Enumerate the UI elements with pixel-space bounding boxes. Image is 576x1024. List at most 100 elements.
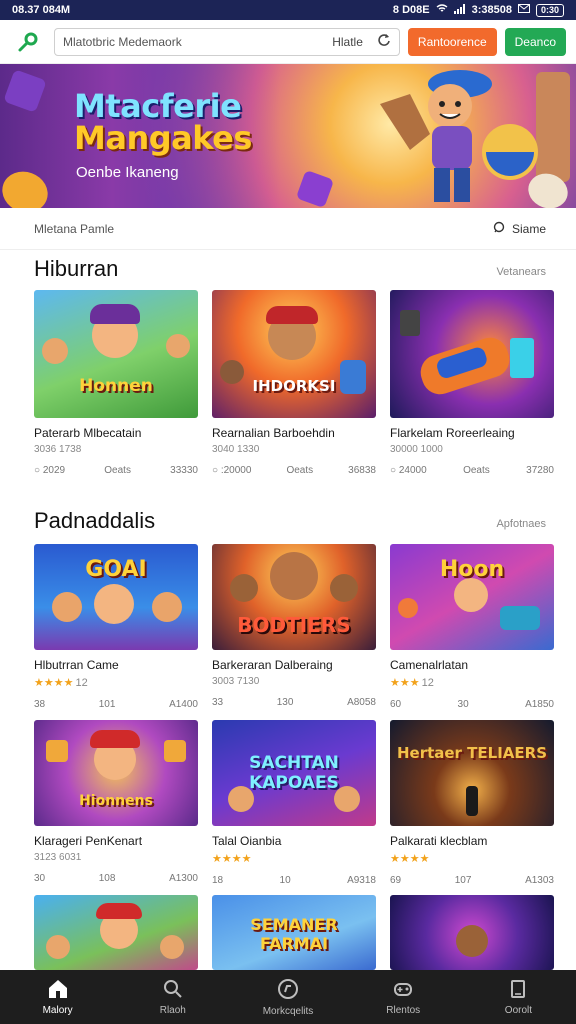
clock-icon: ○ bbox=[212, 465, 219, 476]
rating-stars: ★★★ 12 bbox=[390, 677, 434, 689]
search-hint: Hlatle bbox=[332, 34, 363, 49]
clock-icon: ○ bbox=[34, 465, 41, 476]
game-thumbnail: IHDORKSI bbox=[212, 290, 376, 418]
card-subtitle: 3036 1738 bbox=[34, 444, 82, 455]
thumbnail-title: IHDORKSI bbox=[252, 377, 336, 395]
game-thumbnail: BODTIERS bbox=[212, 544, 376, 650]
card-title: Camenalrlatan bbox=[390, 658, 469, 672]
section-title-padnaddalis: Padnaddalis bbox=[34, 508, 156, 533]
section-title-hiburran: Hiburran bbox=[34, 256, 119, 281]
card-meta: 33 130 A8058 bbox=[212, 697, 376, 708]
section-link-see-all[interactable]: Apfotnaes bbox=[496, 518, 546, 530]
rating-stars: ★★★★ bbox=[212, 853, 252, 865]
game-thumbnail: GOAI bbox=[34, 544, 198, 650]
card-title: Barkeraran Dalberaing bbox=[212, 658, 333, 672]
card-title: Talal Oianbia bbox=[212, 834, 282, 848]
filter-label[interactable]: Mletana Pamle bbox=[34, 222, 114, 236]
wifi-icon bbox=[436, 3, 448, 17]
thumbnail-title: Honnen bbox=[79, 376, 153, 396]
primary-action-button[interactable]: Rantoorence bbox=[407, 27, 497, 56]
clock-icon: ○ bbox=[390, 465, 397, 476]
search-input[interactable]: Mlatotbric Medemaork Hlatle bbox=[54, 27, 400, 56]
card-subtitle: 3123 6031 bbox=[34, 852, 82, 863]
nav-item-games[interactable]: Rlentos bbox=[346, 970, 461, 1024]
thumbnail-title: GOAI bbox=[85, 556, 147, 582]
card-meta: ○ 24000 Oeats 37280 bbox=[390, 465, 554, 476]
hero-banner[interactable]: Mtacferie Mangakes Oenbe Ikaneng bbox=[0, 64, 576, 208]
rating-stars: ★★★★ bbox=[390, 853, 430, 865]
status-bar: 08.37 084M 8 D08E 3:38508 0:30 bbox=[0, 0, 576, 20]
search-placeholder: Mlatotbric Medemaork bbox=[63, 34, 182, 49]
card-meta: 18 10 A9318 bbox=[212, 875, 376, 886]
card-meta: 38 101 A1400 bbox=[34, 699, 198, 710]
signal-bars-icon bbox=[453, 3, 466, 17]
card-subtitle: 30000 1000 bbox=[390, 444, 443, 455]
share-button[interactable]: Siame bbox=[493, 221, 546, 237]
controller-illustration bbox=[400, 310, 534, 395]
nav-item-marketplace[interactable]: Morkcqelits bbox=[230, 970, 345, 1024]
card-title: Hlbutrran Came bbox=[34, 658, 119, 672]
card-title: Klarageri PenKenart bbox=[34, 834, 143, 848]
thumbnail-title: Hionnens bbox=[79, 793, 153, 809]
game-card[interactable] bbox=[34, 895, 198, 970]
game-thumbnail: Hertaer TELIAERS bbox=[390, 720, 554, 826]
decor-cube bbox=[295, 169, 335, 208]
gamepad-icon bbox=[392, 979, 414, 1002]
refresh-icon[interactable] bbox=[377, 33, 391, 50]
nav-item-search[interactable]: Rlaoh bbox=[115, 970, 230, 1024]
game-thumbnail: Hoon bbox=[390, 544, 554, 650]
home-icon bbox=[47, 979, 69, 1002]
compass-icon bbox=[277, 978, 299, 1003]
app-logo-icon[interactable] bbox=[10, 24, 46, 60]
game-card[interactable]: Hertaer TELIAERS Palkarati klecblam ★★★★… bbox=[390, 720, 554, 886]
nav-item-home[interactable]: Malory bbox=[0, 970, 115, 1024]
secondary-action-button[interactable]: Deanco bbox=[504, 27, 566, 56]
card-meta: 60 30 A1850 bbox=[390, 699, 554, 710]
hero-subtitle: Oenbe Ikaneng bbox=[76, 164, 179, 181]
hero-character-illustration bbox=[380, 70, 538, 202]
section-link-see-all[interactable]: Vetanears bbox=[496, 266, 546, 278]
game-card[interactable]: GOAI Hlbutrran Came ★★★★ 12 38 101 A1400 bbox=[34, 544, 198, 710]
battery-indicator: 0:30 bbox=[535, 3, 564, 17]
game-card[interactable] bbox=[390, 895, 554, 970]
game-thumbnail bbox=[34, 895, 198, 970]
card-meta: ○ :20000 Oeats 36838 bbox=[212, 465, 376, 476]
card-title: Paterarb Mlbecatain bbox=[34, 426, 142, 440]
status-clock: 3:38508 bbox=[471, 4, 512, 16]
book-icon bbox=[509, 979, 527, 1002]
status-time: 08.37 084M bbox=[12, 4, 71, 16]
game-card[interactable]: SACHTAN KAPOAES Talal Oianbia ★★★★ 18 10… bbox=[212, 720, 376, 886]
decor-pillar bbox=[536, 72, 570, 182]
card-subtitle: 3003 7130 bbox=[212, 676, 260, 687]
search-circle-icon bbox=[493, 221, 506, 237]
game-card[interactable]: Hionnens Klarageri PenKenart 3123 6031 3… bbox=[34, 720, 198, 884]
rating-stars: ★★★★ 12 bbox=[34, 677, 88, 689]
game-thumbnail: SEMANER FARMAI bbox=[212, 895, 376, 970]
search-icon bbox=[163, 979, 183, 1002]
game-card[interactable]: SEMANER FARMAI bbox=[212, 895, 376, 970]
game-card[interactable]: IHDORKSI Rearnalian Barboehdin 3040 1330… bbox=[212, 290, 376, 476]
bottom-navigation: Malory Rlaoh Morkcqelits Rlentos Oorolt bbox=[0, 970, 576, 1024]
card-meta: 69 107 A1303 bbox=[390, 875, 554, 886]
game-thumbnail bbox=[390, 895, 554, 970]
game-card[interactable]: Honnen Paterarb Mlbecatain 3036 1738 ○ 2… bbox=[34, 290, 198, 476]
thumbnail-title: BODTIERS bbox=[237, 613, 351, 637]
thumbnail-title: SEMANER FARMAI bbox=[250, 915, 338, 953]
card-title: Palkarati klecblam bbox=[390, 834, 488, 848]
card-title: Flarkelam Roreerleaing bbox=[390, 426, 515, 440]
card-meta: ○ 2029 Oeats 33330 bbox=[34, 465, 198, 476]
signal-text: 8 D08E bbox=[392, 4, 430, 16]
game-thumbnail: Honnen bbox=[34, 290, 198, 418]
game-thumbnail: SACHTAN KAPOAES bbox=[212, 720, 376, 826]
game-card[interactable]: BODTIERS Barkeraran Dalberaing 3003 7130… bbox=[212, 544, 376, 708]
nav-item-library[interactable]: Oorolt bbox=[461, 970, 576, 1024]
game-card[interactable]: Hoon Camenalrlatan ★★★ 12 60 30 A1850 bbox=[390, 544, 554, 710]
app-bar: Mlatotbric Medemaork Hlatle Rantoorence … bbox=[0, 20, 576, 64]
hero-title: Mtacferie Mangakes bbox=[74, 87, 252, 157]
card-title: Rearnalian Barboehdin bbox=[212, 426, 335, 440]
game-thumbnail bbox=[390, 290, 554, 418]
card-meta: 30 108 A1300 bbox=[34, 873, 198, 884]
game-thumbnail: Hionnens bbox=[34, 720, 198, 826]
filter-row: Mletana Pamle Siame bbox=[0, 208, 576, 250]
game-card[interactable]: Flarkelam Roreerleaing 30000 1000 ○ 2400… bbox=[390, 290, 554, 476]
